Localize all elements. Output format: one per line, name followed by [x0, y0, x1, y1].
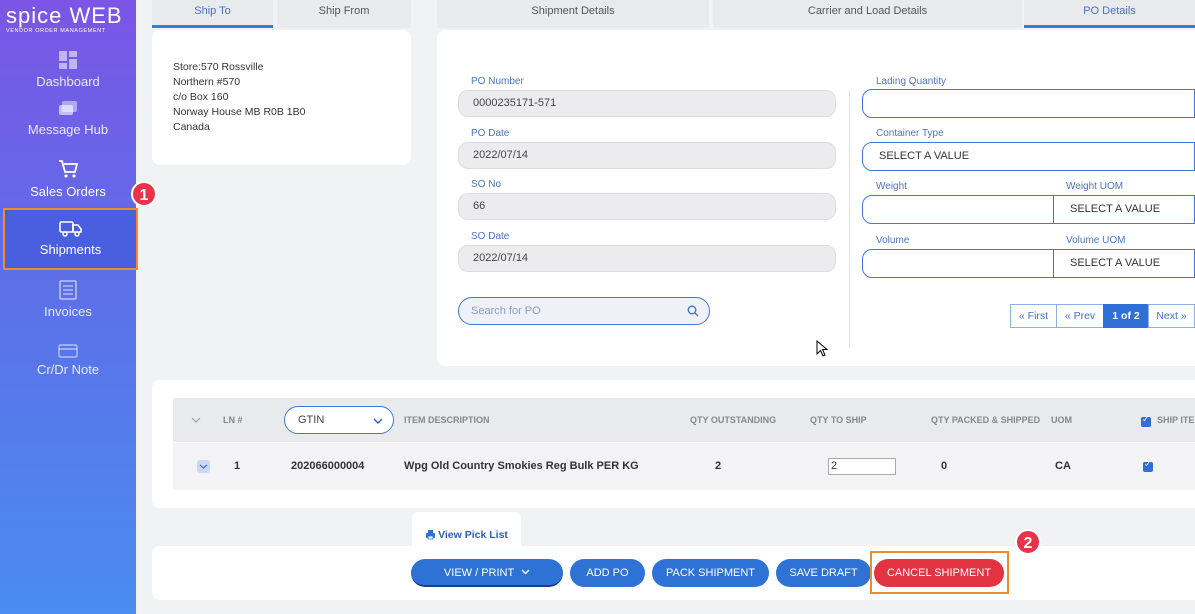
sidebar-item-label: Cr/Dr Note	[36, 362, 100, 377]
cancel-shipment-highlight	[870, 551, 1009, 594]
cell-qty-outstanding: 2	[715, 460, 722, 472]
ship-to-card: Store:570 Rossville Northern #570 c/o Bo…	[152, 30, 411, 165]
invoice-icon	[59, 280, 77, 300]
ship-item-checkbox[interactable]	[1143, 459, 1153, 472]
callout-badge-2: 2	[1015, 529, 1041, 555]
container-type-select[interactable]: SELECT A VALUE	[862, 142, 1195, 171]
weight-uom-select[interactable]: SELECT A VALUE	[1053, 195, 1195, 224]
po-date-label: PO Date	[471, 128, 510, 139]
search-po-input[interactable]: Search for PO	[458, 297, 710, 325]
so-date-field: 2022/07/14	[458, 245, 836, 272]
dashboard-icon	[59, 51, 77, 69]
ship-to-address: Store:570 Rossville Northern #570 c/o Bo…	[173, 60, 305, 135]
po-number-label: PO Number	[471, 76, 524, 87]
cell-ln: 1	[234, 460, 241, 472]
tab-po-details[interactable]: PO Details	[1024, 0, 1195, 28]
brand-logo[interactable]: spice WEB VENDOR ORDER MANAGEMENT	[6, 3, 132, 35]
sidebar-item-label: Message Hub	[27, 122, 109, 137]
volume-label: Volume	[876, 235, 910, 246]
cell-qty-packed: 0	[941, 460, 948, 472]
cell-gtin: 202066000004	[291, 460, 365, 472]
sidebar-item-dashboard[interactable]: Dashboard	[0, 50, 136, 89]
col-uom: UOM	[1051, 415, 1072, 425]
tab-carrier-load-details[interactable]: Carrier and Load Details	[713, 0, 1022, 28]
chevron-down-icon	[199, 464, 208, 469]
expand-row-button[interactable]	[197, 460, 210, 473]
col-qty-packed-shipped: QTY PACKED & SHIPPED	[931, 415, 1041, 425]
chat-icon	[59, 101, 77, 115]
po-number-field: 0000235171-571	[458, 90, 836, 117]
col-ship-item: SHIP ITEM	[1157, 415, 1195, 425]
section-divider	[849, 90, 850, 348]
brand-tagline: VENDOR ORDER MANAGEMENT	[6, 28, 106, 34]
chevron-down-icon[interactable]	[191, 417, 201, 423]
chevron-down-icon	[373, 418, 383, 424]
qty-to-ship-input[interactable]: 2	[828, 458, 896, 475]
volume-input[interactable]	[862, 249, 1054, 278]
po-date-field: 2022/07/14	[458, 142, 836, 169]
pager-prev[interactable]: « Prev	[1056, 304, 1104, 328]
col-ln: LN #	[223, 415, 243, 425]
tab-ship-from[interactable]: Ship From	[277, 0, 411, 28]
lading-quantity-label: Lading Quantity	[876, 76, 947, 87]
table-row: 1 202066000004 Wpg Old Country Smokies R…	[173, 443, 1195, 490]
gtin-column-select[interactable]: GTIN	[284, 406, 394, 434]
callout-badge-1: 1	[131, 181, 157, 207]
sidebar-item-label: Dashboard	[36, 74, 100, 89]
sidebar-item-label: Invoices	[44, 304, 92, 319]
pager-first[interactable]: « First	[1010, 304, 1057, 328]
brand-name: spice WEB	[6, 3, 123, 28]
printer-icon	[426, 530, 436, 540]
pack-shipment-button[interactable]: PACK SHIPMENT	[652, 559, 769, 587]
sidebar-item-cr-dr-note[interactable]: Cr/Dr Note	[0, 344, 136, 377]
weight-input[interactable]	[862, 195, 1054, 224]
container-type-label: Container Type	[876, 128, 944, 139]
address-line: Store:570 Rossville	[173, 61, 264, 73]
cell-uom: CA	[1055, 460, 1071, 472]
mouse-cursor-icon	[816, 340, 829, 357]
sidebar-item-label: Shipments	[39, 242, 102, 257]
sidebar-item-invoices[interactable]: Invoices	[0, 280, 136, 319]
sidebar-item-message-hub[interactable]: Message Hub	[0, 100, 136, 137]
col-qty-outstanding: QTY OUTSTANDING	[690, 415, 777, 425]
cell-item-description: Wpg Old Country Smokies Reg Bulk PER KG	[404, 460, 639, 472]
address-line: Norway House MB R0B 1B0	[173, 106, 306, 118]
address-line: c/o Box 160	[173, 91, 229, 103]
add-po-button[interactable]: ADD PO	[570, 559, 645, 587]
address-line: Canada	[173, 121, 210, 133]
ship-item-select-all-checkbox[interactable]	[1141, 414, 1151, 427]
tab-ship-to[interactable]: Ship To	[152, 0, 273, 28]
address-line: Northern #570	[173, 76, 241, 88]
so-no-field: 66	[458, 193, 836, 220]
weight-uom-label: Weight UOM	[1066, 181, 1124, 192]
so-date-label: SO Date	[471, 231, 510, 242]
gtin-select-label: GTIN	[298, 414, 325, 426]
sidebar-item-label: Sales Orders	[30, 184, 106, 199]
cart-icon	[59, 160, 79, 178]
col-qty-to-ship: QTY TO SHIP	[810, 415, 867, 425]
volume-uom-select[interactable]: SELECT A VALUE	[1053, 249, 1195, 278]
view-pick-list-label: View Pick List	[438, 529, 508, 541]
col-item-description: ITEM DESCRIPTION	[404, 415, 490, 425]
pager-next[interactable]: Next »	[1148, 304, 1195, 328]
chevron-down-icon	[521, 569, 530, 575]
sidebar-item-shipments[interactable]: Shipments	[3, 208, 138, 270]
search-icon[interactable]	[687, 305, 699, 317]
volume-uom-label: Volume UOM	[1066, 235, 1126, 246]
save-draft-button[interactable]: SAVE DRAFT	[776, 559, 871, 587]
weight-label: Weight	[876, 181, 907, 192]
sidebar: spice WEB VENDOR ORDER MANAGEMENT Dashbo…	[0, 0, 138, 614]
view-print-button[interactable]: VIEW / PRINT	[411, 559, 563, 587]
view-pick-list-link[interactable]: View Pick List	[412, 512, 521, 556]
sidebar-item-sales-orders[interactable]: Sales Orders	[0, 158, 136, 199]
view-print-label: VIEW / PRINT	[443, 567, 515, 579]
so-no-label: SO No	[471, 179, 502, 190]
truck-icon	[58, 221, 82, 237]
lading-quantity-input[interactable]	[862, 89, 1195, 118]
search-placeholder: Search for PO	[471, 305, 541, 317]
card-icon	[58, 344, 78, 358]
tab-shipment-details[interactable]: Shipment Details	[437, 0, 709, 28]
pager-current[interactable]: 1 of 2	[1103, 304, 1149, 328]
